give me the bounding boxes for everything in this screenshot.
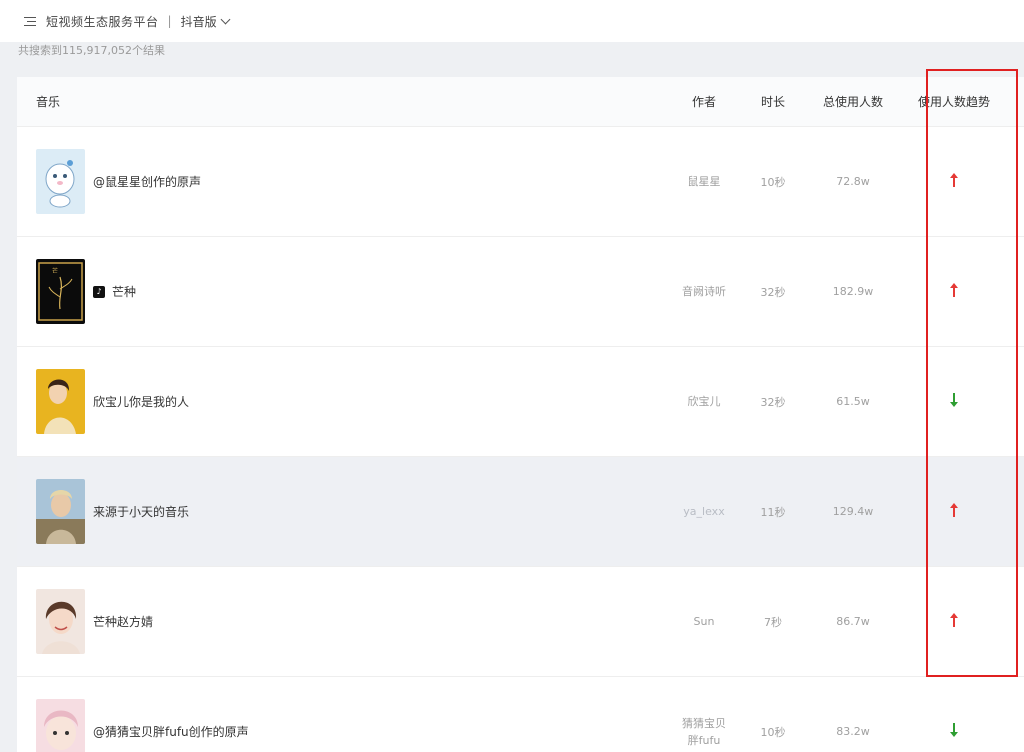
trend-cell [899, 282, 1009, 301]
table-row[interactable]: 芒 ♪ 芒种 音阙诗听 32秒 182.9w [17, 237, 1024, 347]
arrow-down-icon [949, 393, 959, 407]
trend-cell [899, 722, 1009, 741]
album-cover[interactable] [36, 369, 85, 434]
track-title[interactable]: @猜猜宝贝胖fufu创作的原声 [93, 723, 249, 740]
trend-cell [899, 392, 1009, 411]
duration: 10秒 [760, 725, 786, 739]
header-author: 作者 [691, 95, 716, 109]
track-title[interactable]: @鼠星星创作的原声 [93, 173, 201, 190]
total-users: 86.7w [836, 615, 870, 628]
table-header: 音乐 作者 时长 总使用人数 使用人数趋势 [17, 77, 1024, 127]
author[interactable]: Sun [669, 613, 739, 630]
total-users: 83.2w [836, 725, 870, 738]
duration: 10秒 [760, 175, 786, 189]
trend-cell [899, 502, 1009, 521]
arrow-up-icon [949, 613, 959, 627]
music-table: 音乐 作者 时长 总使用人数 使用人数趋势 @鼠星星创作的原声 鼠星星 10秒 … [17, 77, 1024, 752]
menu-icon[interactable] [24, 16, 36, 26]
duration: 32秒 [760, 395, 786, 409]
trend-cell [899, 172, 1009, 191]
arrow-up-icon [949, 503, 959, 517]
author[interactable]: 欣宝儿 [669, 393, 739, 410]
result-count: 共搜索到115,917,052个结果 [18, 44, 165, 57]
header-music: 音乐 [36, 95, 61, 109]
author[interactable]: 猜猜宝贝 胖fufu [669, 715, 739, 749]
trend-cell [899, 612, 1009, 631]
duration: 7秒 [764, 615, 782, 629]
track-title[interactable]: 来源于小天的音乐 [93, 503, 189, 520]
album-cover[interactable] [36, 479, 85, 544]
arrow-up-icon [949, 283, 959, 297]
table-row[interactable]: 芒种赵方婧 Sun 7秒 86.7w [17, 567, 1024, 677]
table-row[interactable]: 来源于小天的音乐 ya_lexx 11秒 129.4w [17, 457, 1024, 567]
table-row[interactable]: @猜猜宝贝胖fufu创作的原声 猜猜宝贝 胖fufu 10秒 83.2w [17, 677, 1024, 752]
author[interactable]: 鼠星星 [669, 173, 739, 190]
total-users: 61.5w [836, 395, 870, 408]
header-total-users: 总使用人数 [822, 95, 883, 109]
title-separator: | [167, 14, 172, 28]
header-trend: 使用人数趋势 [917, 95, 990, 109]
track-title[interactable]: ♪ 芒种 [93, 283, 136, 300]
platform-title[interactable]: 短视频生态服务平台 [46, 13, 159, 30]
total-users: 129.4w [832, 505, 874, 518]
album-cover[interactable] [36, 149, 85, 214]
duration: 32秒 [760, 285, 786, 299]
chevron-down-icon [220, 14, 231, 24]
total-users: 182.9w [832, 285, 874, 298]
author[interactable]: 音阙诗听 [669, 283, 739, 300]
version-selector[interactable]: 抖音版 [180, 13, 231, 30]
arrow-down-icon [949, 723, 959, 737]
album-cover[interactable]: 芒 [36, 259, 85, 324]
top-bar: 短视频生态服务平台 | 抖音版 [0, 0, 1024, 42]
table-row[interactable]: 欣宝儿你是我的人 欣宝儿 32秒 61.5w [17, 347, 1024, 457]
arrow-up-icon [949, 173, 959, 187]
album-cover[interactable] [36, 699, 85, 752]
author[interactable]: ya_lexx [669, 503, 739, 520]
track-title[interactable]: 芒种赵方婧 [93, 613, 153, 630]
duration: 11秒 [760, 505, 786, 519]
tiktok-icon: ♪ [93, 285, 105, 298]
album-cover[interactable] [36, 589, 85, 654]
version-label: 抖音版 [180, 14, 217, 29]
total-users: 72.8w [836, 175, 870, 188]
track-title[interactable]: 欣宝儿你是我的人 [93, 393, 189, 410]
table-row[interactable]: @鼠星星创作的原声 鼠星星 10秒 72.8w [17, 127, 1024, 237]
header-duration: 时长 [760, 95, 785, 109]
svg-text:芒: 芒 [52, 267, 58, 275]
